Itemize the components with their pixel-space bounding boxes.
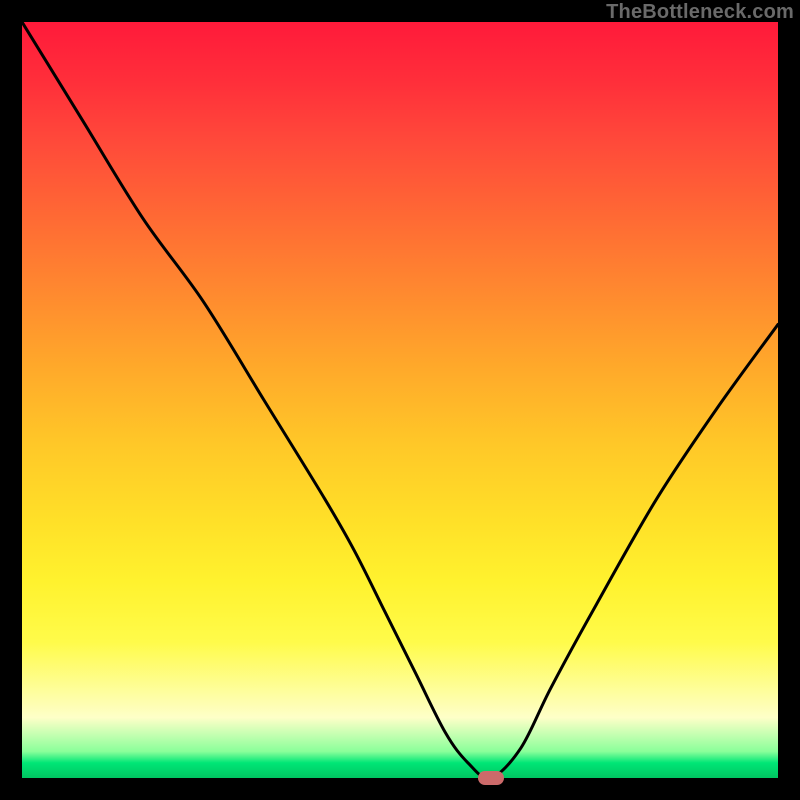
plot-area — [22, 22, 778, 778]
watermark-text: TheBottleneck.com — [606, 1, 794, 24]
chart-frame: TheBottleneck.com — [0, 0, 800, 800]
optimum-marker — [478, 771, 504, 785]
